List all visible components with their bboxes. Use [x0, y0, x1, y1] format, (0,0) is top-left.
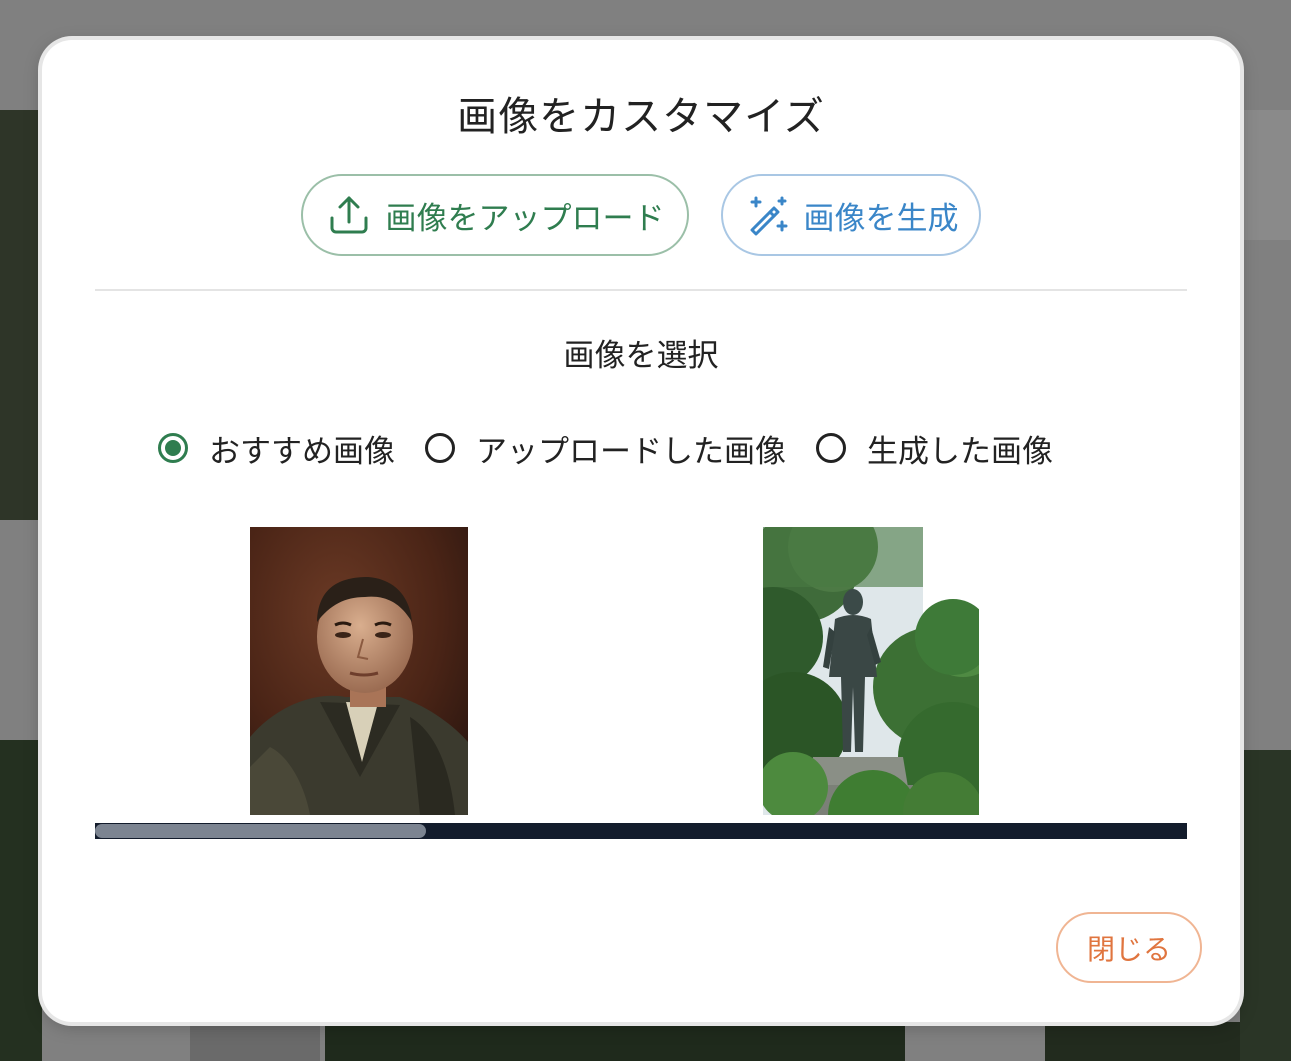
statue-image: [763, 527, 979, 815]
radio-unchecked-icon: [425, 433, 455, 463]
dialog-title: 画像をカスタマイズ: [457, 94, 825, 140]
upload-image-label: 画像をアップロード: [385, 200, 665, 237]
background-strip-3: [1045, 1022, 1240, 1061]
image-thumbnail-portrait[interactable]: [250, 527, 468, 815]
image-thumbnail-statue[interactable]: [763, 527, 979, 815]
background-strip-2: [325, 1022, 905, 1061]
customize-image-dialog: 画像をカスタマイズ 画像をアップロード 画像を生成 画像を選択 おすすめ画像 ア…: [42, 40, 1240, 1022]
radio-generated-label: 生成した画像: [867, 433, 1053, 470]
close-button[interactable]: 閉じる: [1056, 912, 1202, 983]
background-panel-right: [1240, 110, 1291, 240]
generate-image-button[interactable]: 画像を生成: [721, 174, 981, 256]
upload-image-button[interactable]: 画像をアップロード: [301, 174, 689, 256]
background-strip-1: [190, 1022, 320, 1061]
background-card-left: [0, 110, 42, 520]
generate-image-label: 画像を生成: [803, 200, 959, 237]
radio-uploaded-label: アップロードした画像: [476, 433, 786, 470]
scrollbar-thumb[interactable]: [95, 824, 426, 838]
image-source-radio-group: おすすめ画像 アップロードした画像 生成した画像: [158, 426, 1083, 470]
radio-checked-icon: [158, 433, 188, 463]
divider: [95, 289, 1187, 291]
portrait-image: [250, 527, 468, 815]
gallery-scrollbar[interactable]: [95, 823, 1187, 839]
background-card-right: [1240, 750, 1291, 1061]
magic-wand-icon: [744, 192, 790, 238]
select-image-heading: 画像を選択: [563, 338, 719, 374]
radio-recommended-label: おすすめ画像: [209, 433, 395, 470]
background-card-left-bottom: [0, 740, 42, 1061]
radio-unchecked-icon: [816, 433, 846, 463]
radio-recommended-images[interactable]: おすすめ画像: [158, 426, 395, 471]
image-gallery: [95, 527, 1187, 815]
radio-uploaded-images[interactable]: アップロードした画像: [425, 426, 786, 471]
radio-generated-images[interactable]: 生成した画像: [816, 426, 1053, 471]
upload-icon: [326, 192, 372, 238]
